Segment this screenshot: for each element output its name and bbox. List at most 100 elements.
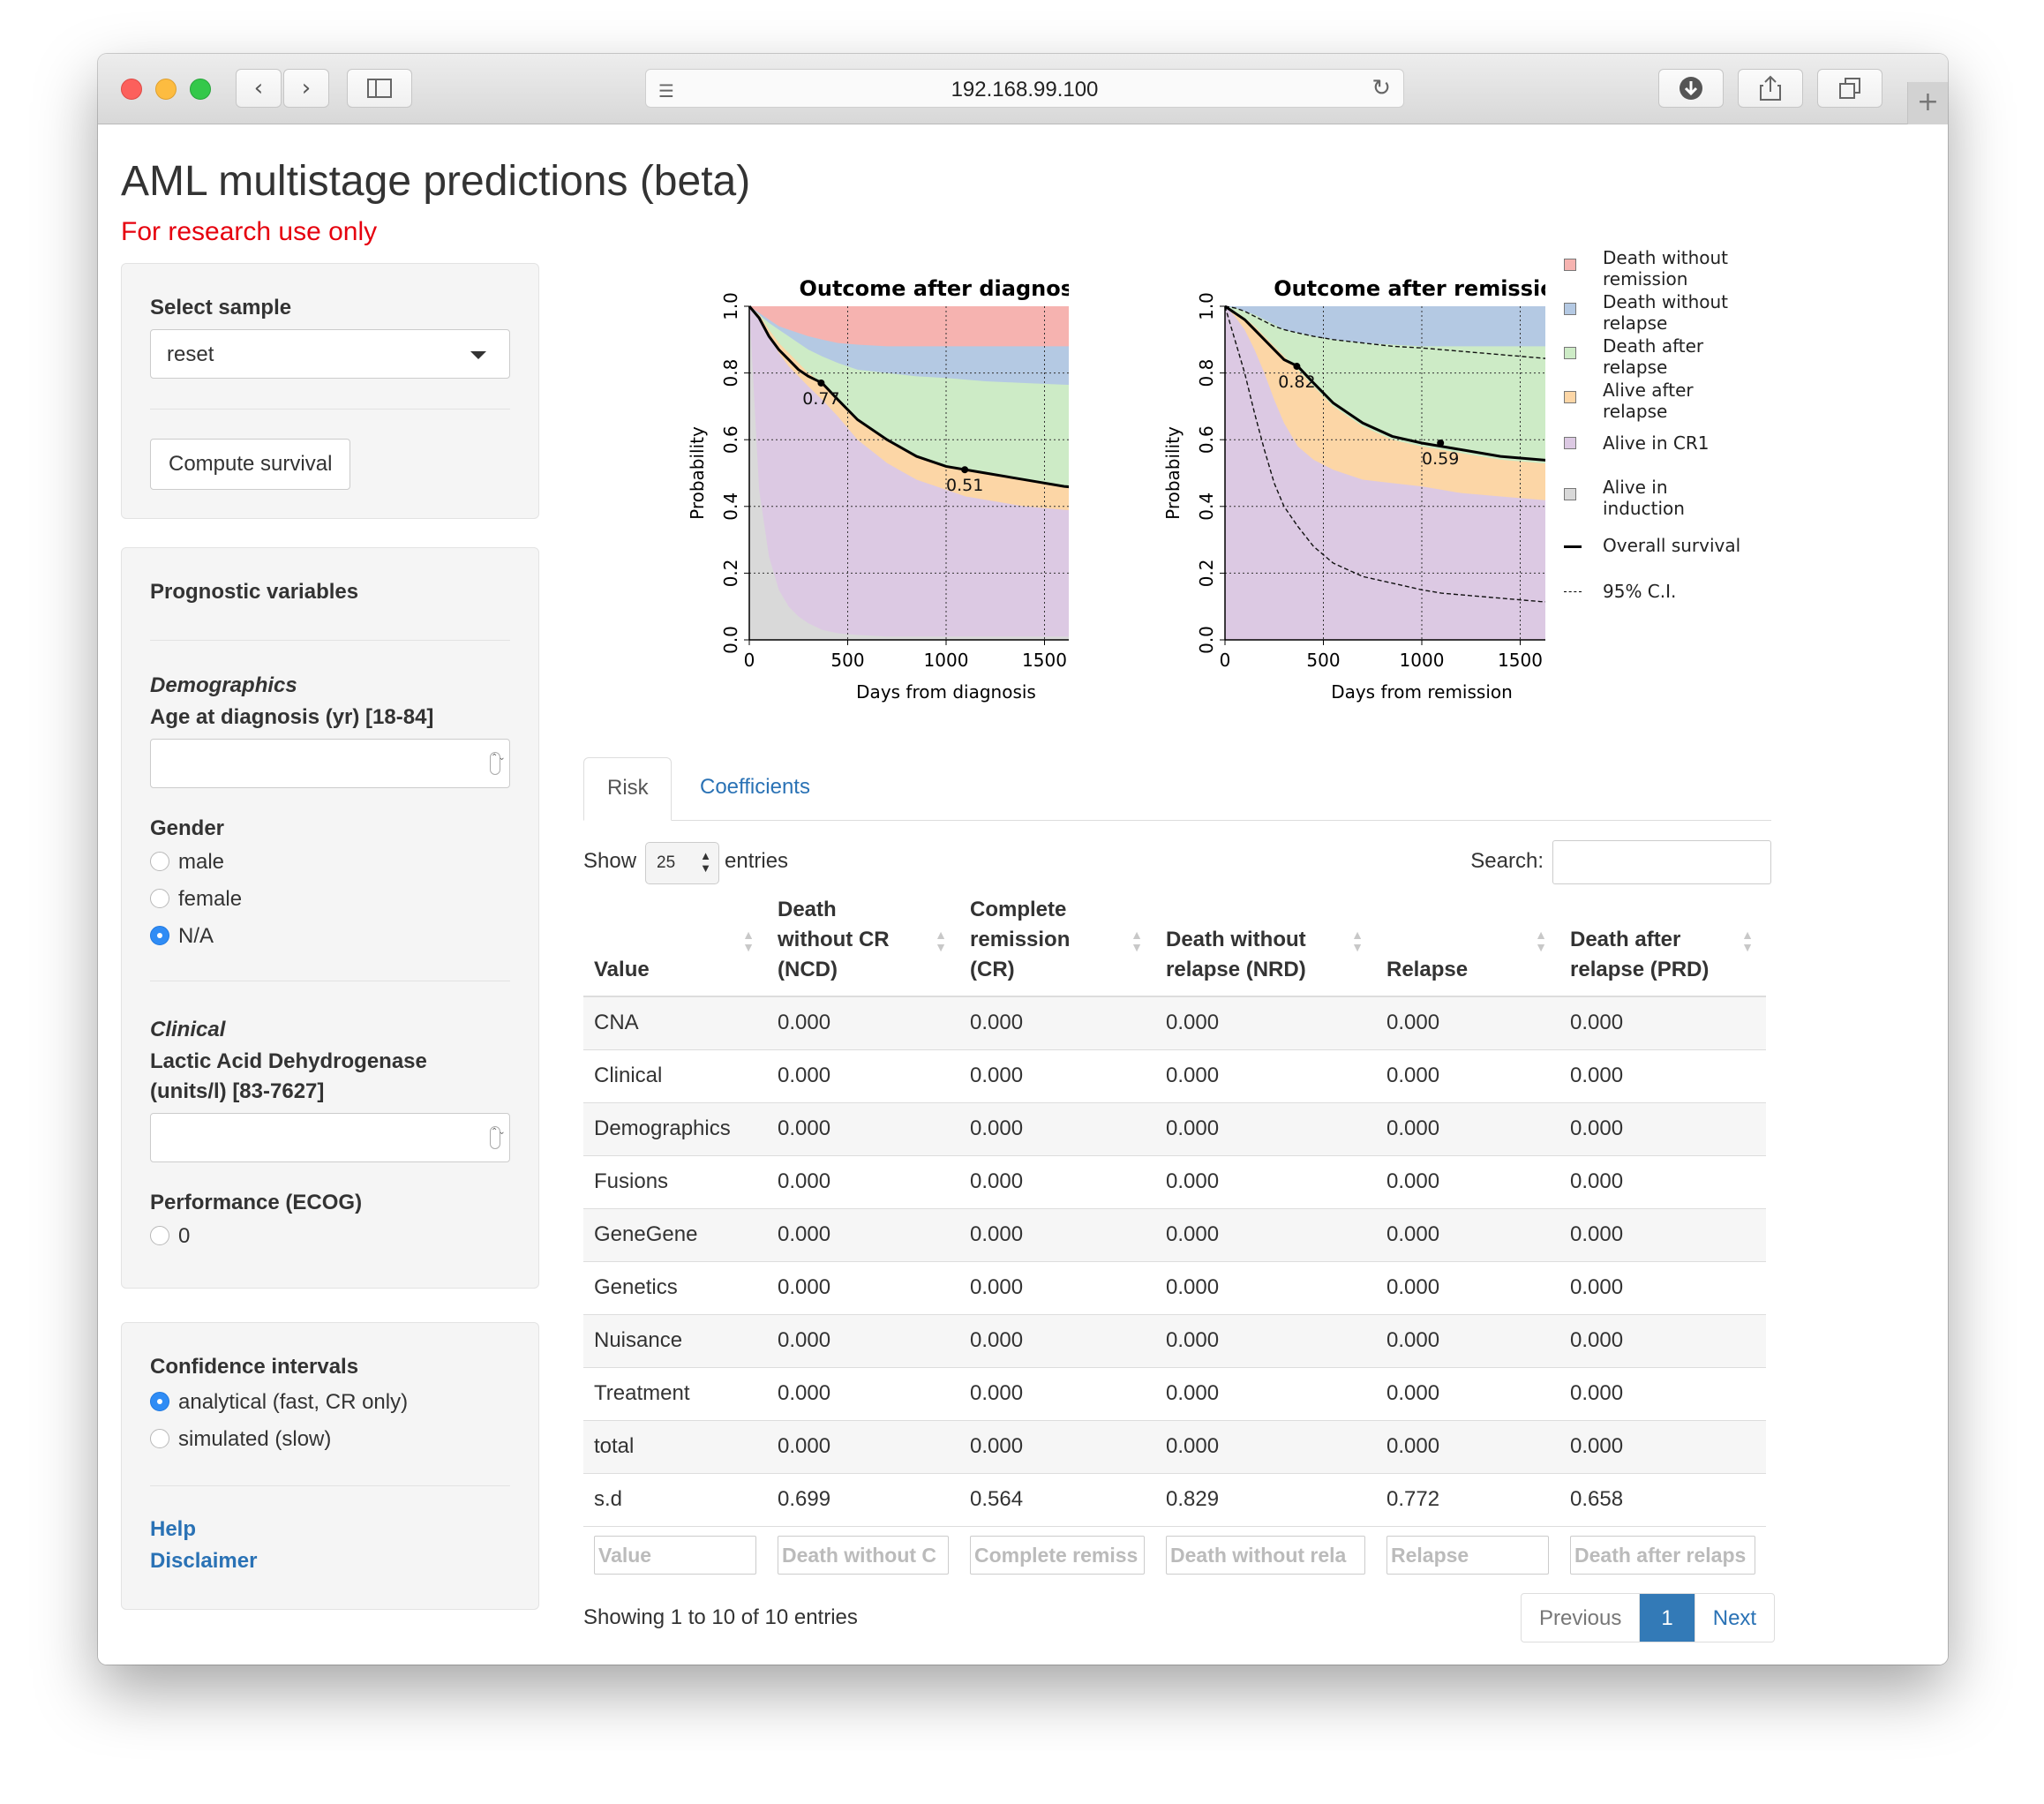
chart-title: Outcome after remission bbox=[1274, 276, 1545, 301]
column-filter-input[interactable]: Relapse bbox=[1386, 1536, 1549, 1575]
address-bar[interactable]: ☰ 192.168.99.100 ↻ bbox=[645, 69, 1404, 108]
table-cell: 0.000 bbox=[1155, 1049, 1376, 1102]
table-cell: Clinical bbox=[583, 1049, 767, 1102]
x-tick-label: 1000 bbox=[924, 650, 969, 671]
table-row: CNA 0.000 0.000 0.000 0.000 0.000 bbox=[583, 996, 1766, 1049]
sort-icon[interactable]: ▲ ▼ bbox=[1741, 928, 1754, 953]
y-tick-label: 1.0 bbox=[720, 292, 741, 320]
tab-coefficients[interactable]: Coefficients bbox=[677, 757, 833, 821]
column-filter-input[interactable]: Value bbox=[594, 1536, 756, 1575]
table-cell: 0.000 bbox=[767, 996, 959, 1049]
stepper-icon[interactable]: ⌃⌄ bbox=[490, 752, 506, 775]
radio-icon[interactable] bbox=[150, 1429, 169, 1448]
stepper-icon[interactable]: ⌃⌄ bbox=[490, 1126, 506, 1149]
legend-label: Death without relapse bbox=[1603, 291, 1728, 334]
column-header[interactable]: Death without CR (NCD) ▲ ▼ bbox=[767, 886, 959, 997]
url-text: 192.168.99.100 bbox=[951, 78, 1099, 101]
sample-select[interactable]: reset bbox=[150, 329, 510, 379]
ldh-label-line1: Lactic Acid Dehydrogenase bbox=[150, 1049, 427, 1073]
select-sample-label: Select sample bbox=[150, 296, 292, 319]
age-input[interactable]: ⌃⌄ bbox=[150, 739, 510, 788]
sort-icon[interactable]: ▲ ▼ bbox=[742, 928, 755, 953]
reload-icon[interactable]: ↻ bbox=[1371, 75, 1391, 101]
share-button[interactable] bbox=[1738, 69, 1803, 108]
table-cell: 0.000 bbox=[767, 1366, 959, 1420]
legend-label-line: Alive in bbox=[1603, 477, 1668, 498]
y-tick-label: 0.2 bbox=[720, 559, 741, 587]
updown-arrows-icon: ▲ ▼ bbox=[700, 849, 711, 875]
radio-selected-icon[interactable] bbox=[150, 926, 169, 945]
page-1-button[interactable]: 1 bbox=[1640, 1594, 1695, 1642]
disclaimer-link[interactable]: Disclaimer bbox=[150, 1549, 257, 1574]
new-tab-button[interactable]: + bbox=[1907, 82, 1948, 124]
y-axis-label: Probability bbox=[1162, 426, 1184, 520]
column-filter-input[interactable]: Death without rela bbox=[1166, 1536, 1365, 1575]
downloads-button[interactable] bbox=[1658, 69, 1724, 108]
y-tick-label: 1.0 bbox=[1196, 292, 1217, 320]
table-cell: 0.000 bbox=[1155, 1154, 1376, 1208]
back-button[interactable]: ‹ bbox=[236, 69, 282, 108]
legend-swatch bbox=[1564, 347, 1576, 359]
x-axis-label: Days from diagnosis bbox=[856, 681, 1036, 703]
table-cell: total bbox=[583, 1419, 767, 1473]
tab-risk[interactable]: Risk bbox=[583, 757, 672, 821]
column-header-label: Complete bbox=[970, 898, 1067, 921]
table-row: Nuisance 0.000 0.000 0.000 0.000 0.000 bbox=[583, 1313, 1766, 1367]
column-header[interactable]: Death without relapse (NRD) ▲ ▼ bbox=[1155, 886, 1376, 997]
radio-icon[interactable] bbox=[150, 852, 169, 871]
next-page-button[interactable]: Next bbox=[1694, 1594, 1774, 1642]
tabs-overview-button[interactable] bbox=[1817, 69, 1882, 108]
forward-button[interactable]: › bbox=[283, 69, 329, 108]
close-window-button[interactable] bbox=[121, 79, 142, 100]
sort-icon[interactable]: ▲ ▼ bbox=[1535, 928, 1547, 953]
help-link[interactable]: Help bbox=[150, 1517, 196, 1542]
x-axis-label: Days from remission bbox=[1331, 681, 1513, 703]
minimize-window-button[interactable] bbox=[155, 79, 177, 100]
table-cell: Demographics bbox=[583, 1101, 767, 1155]
table-cell: 0.000 bbox=[1376, 1207, 1559, 1261]
table-cell: 0.000 bbox=[959, 1366, 1155, 1420]
search-label: Search: bbox=[1470, 849, 1544, 873]
sort-icon[interactable]: ▲ ▼ bbox=[1131, 928, 1143, 953]
prognostic-variables-title: Prognostic variables bbox=[150, 580, 359, 604]
zoom-window-button[interactable] bbox=[190, 79, 211, 100]
table-info: Showing 1 to 10 of 10 entries bbox=[583, 1605, 858, 1629]
sort-icon[interactable]: ▲ ▼ bbox=[1351, 928, 1364, 953]
table-cell: Nuisance bbox=[583, 1313, 767, 1367]
table-cell: 0.000 bbox=[959, 1101, 1155, 1155]
column-filter-input[interactable]: Death after relaps bbox=[1570, 1536, 1755, 1575]
table-cell: 0.772 bbox=[1376, 1472, 1559, 1526]
column-filter-input[interactable]: Complete remiss bbox=[970, 1536, 1145, 1575]
compute-survival-button[interactable]: Compute survival bbox=[150, 439, 351, 490]
search-input[interactable] bbox=[1552, 840, 1771, 884]
sort-icon[interactable]: ▲ ▼ bbox=[935, 928, 947, 953]
column-header[interactable]: Relapse ▲ ▼ bbox=[1376, 886, 1559, 997]
radio-icon[interactable] bbox=[150, 1226, 169, 1245]
y-tick-label: 0.8 bbox=[1196, 359, 1217, 387]
table-cell: 0.000 bbox=[1559, 1101, 1766, 1155]
column-header[interactable]: Death after relapse (PRD) ▲ ▼ bbox=[1559, 886, 1766, 997]
table-cell: 0.699 bbox=[767, 1472, 959, 1526]
column-header[interactable]: Complete remission (CR) ▲ ▼ bbox=[959, 886, 1155, 997]
ldh-input[interactable]: ⌃⌄ bbox=[150, 1113, 510, 1162]
page-length-select[interactable]: 25 ▲ ▼ bbox=[645, 842, 719, 884]
table-cell: 0.000 bbox=[1155, 1419, 1376, 1473]
confidence-panel: Confidence intervals analytical (fast, C… bbox=[121, 1322, 539, 1610]
radio-selected-icon[interactable] bbox=[150, 1392, 169, 1411]
y-tick-label: 0.8 bbox=[720, 359, 741, 387]
column-header-label: relapse (NRD) bbox=[1166, 958, 1306, 981]
browser-toolbar: ‹ › ☰ 192.168.99.100 ↻ + bbox=[98, 54, 1948, 124]
survival-label: 0.51 bbox=[946, 476, 983, 495]
sidebar-toggle-button[interactable] bbox=[347, 69, 412, 108]
risk-table: Value ▲ ▼ Death without CR (NCD) ▲ ▼ Complete rem… bbox=[583, 886, 1766, 1584]
demographics-heading: Demographics bbox=[150, 673, 297, 697]
column-header-label: relapse (PRD) bbox=[1570, 958, 1710, 981]
legend-swatch bbox=[1564, 437, 1576, 449]
column-filter-input[interactable]: Death without C bbox=[778, 1536, 949, 1575]
previous-page-button[interactable]: Previous bbox=[1522, 1594, 1641, 1642]
column-header[interactable]: Value ▲ ▼ bbox=[583, 886, 767, 997]
table-cell: 0.000 bbox=[1559, 1419, 1766, 1473]
legend-label-line: Alive after bbox=[1603, 380, 1694, 401]
radio-icon[interactable] bbox=[150, 889, 169, 908]
sidebar-icon bbox=[367, 79, 392, 98]
